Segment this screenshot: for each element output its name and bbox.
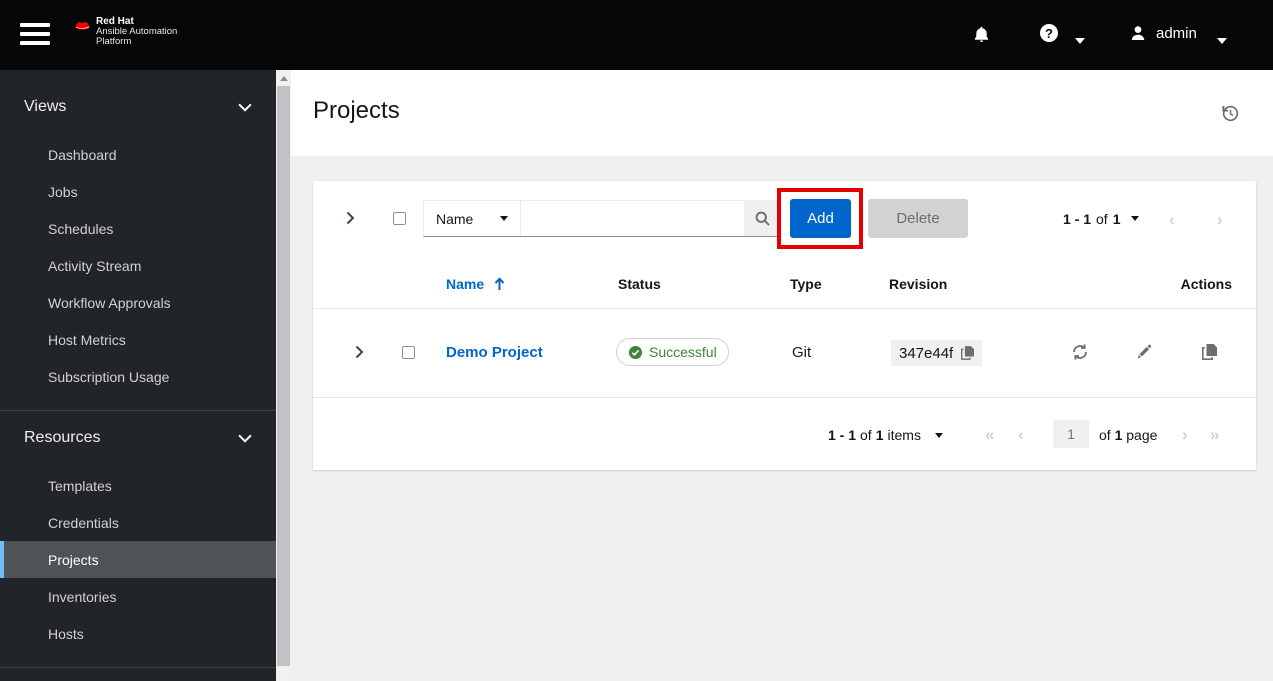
table-divider	[313, 397, 1256, 398]
sidebar-group-resources[interactable]: Resources	[0, 420, 276, 456]
sidebar-item-host-metrics[interactable]: Host Metrics	[0, 321, 276, 358]
project-name-link[interactable]: Demo Project	[446, 344, 543, 361]
scrollbar-thumb[interactable]	[277, 86, 290, 666]
row-expand-chevron-icon[interactable]	[355, 345, 364, 364]
sidebar-item-subscription-usage[interactable]: Subscription Usage	[0, 358, 276, 395]
sidebar-item-jobs[interactable]: Jobs	[0, 173, 276, 210]
toolbar-pagination: 1 - 1 of 1	[1063, 199, 1139, 238]
user-icon[interactable]	[1129, 24, 1147, 42]
next-page-icon[interactable]: ›	[1217, 211, 1223, 228]
user-dropdown-caret-icon[interactable]	[1217, 31, 1227, 49]
sidebar-item-projects[interactable]: Projects	[0, 541, 276, 578]
sync-project-icon[interactable]	[1071, 343, 1089, 361]
copy-project-icon[interactable]	[1202, 344, 1217, 360]
select-all-checkbox[interactable]	[393, 212, 406, 225]
sidebar-group-views[interactable]: Views	[0, 89, 276, 125]
sidebar-divider	[0, 667, 276, 668]
column-header-name[interactable]: Name	[446, 276, 505, 292]
edit-pencil-icon[interactable]	[1136, 344, 1152, 360]
pagination-total: 1	[1112, 210, 1121, 227]
project-type: Git	[792, 344, 812, 361]
column-header-type: Type	[790, 276, 822, 292]
search-icon	[755, 211, 770, 226]
revision-chip: 347e44f	[891, 340, 983, 366]
page-count-label: of 1 page	[1099, 427, 1158, 443]
copy-revision-icon[interactable]	[961, 346, 975, 360]
projects-list-card: Name Add Delete 1 - 1 of 1 ‹ › Name Stat…	[313, 181, 1256, 470]
revision-value: 347e44f	[899, 344, 954, 362]
footer-items-pagination: 1 - 1 of 1 items	[828, 427, 943, 443]
status-label: Successful	[649, 344, 717, 360]
notifications-bell-icon[interactable]	[973, 25, 990, 44]
row-checkbox[interactable]	[402, 346, 415, 359]
page-header: Projects	[291, 70, 1273, 156]
sidebar-item-credentials[interactable]: Credentials	[0, 504, 276, 541]
scrollbar-up-arrow[interactable]	[276, 70, 291, 86]
filter-group: Name	[423, 200, 780, 237]
filter-attribute-label: Name	[436, 210, 474, 227]
prev-page-icon[interactable]: ‹	[1169, 211, 1175, 228]
current-page-input[interactable]	[1053, 420, 1089, 448]
sidebar-item-activity-stream[interactable]: Activity Stream	[0, 247, 276, 284]
sidebar-group-views-label: Views	[24, 98, 67, 115]
page-title: Projects	[313, 97, 400, 124]
select-caret-icon	[500, 216, 508, 221]
redhat-hat-icon	[75, 22, 90, 30]
chevron-down-icon	[238, 434, 252, 443]
filter-attribute-select[interactable]: Name	[424, 201, 521, 236]
sidebar-group-resources-label: Resources	[24, 429, 101, 446]
prev-page-icon[interactable]: ‹	[1018, 426, 1024, 443]
column-header-revision: Revision	[889, 276, 948, 292]
sidebar-item-dashboard[interactable]: Dashboard	[0, 136, 276, 173]
status-badge[interactable]: Successful	[616, 338, 729, 366]
app-root: Red Hat Ansible Automation Platform ? ad…	[0, 0, 1273, 681]
brand-logo: Red Hat Ansible Automation Platform	[73, 16, 177, 47]
username-label[interactable]: admin	[1156, 25, 1197, 42]
sort-ascending-icon	[494, 277, 505, 290]
next-page-icon[interactable]: ›	[1182, 426, 1188, 443]
add-button[interactable]: Add	[790, 199, 851, 238]
check-circle-icon	[628, 345, 643, 359]
sidebar-item-templates[interactable]: Templates	[0, 467, 276, 504]
sidebar-item-hosts[interactable]: Hosts	[0, 615, 276, 652]
table-header-row: Name Status Type Revision Actions	[313, 260, 1256, 308]
pagination-caret-icon[interactable]	[1130, 216, 1139, 221]
sidebar-divider	[0, 410, 276, 411]
sidebar-nav: Views Dashboard Jobs Schedules Activity …	[0, 70, 276, 681]
chevron-down-icon	[238, 103, 252, 112]
expand-all-chevron-icon[interactable]	[346, 211, 355, 230]
sidebar-item-inventories[interactable]: Inventories	[0, 578, 276, 615]
sidebar-item-schedules[interactable]: Schedules	[0, 210, 276, 247]
first-page-icon[interactable]: «	[985, 426, 994, 443]
history-icon[interactable]	[1220, 103, 1240, 123]
items-per-page-caret-icon[interactable]	[934, 432, 943, 438]
table-divider	[313, 308, 1256, 309]
main-content: Projects Name Add Delete 1 - 1 of 1 ‹ › …	[291, 70, 1273, 681]
sidebar-item-workflow-approvals[interactable]: Workflow Approvals	[0, 284, 276, 321]
vertical-scrollbar	[276, 70, 291, 681]
column-header-status: Status	[618, 276, 661, 292]
help-icon[interactable]: ?	[1040, 24, 1058, 42]
search-input[interactable]	[521, 201, 744, 236]
brand-line3: Platform	[96, 36, 132, 47]
pagination-range: 1 - 1	[1063, 210, 1092, 227]
masthead: Red Hat Ansible Automation Platform ? ad…	[0, 0, 1273, 70]
help-dropdown-caret-icon[interactable]	[1075, 31, 1085, 49]
last-page-icon[interactable]: »	[1210, 426, 1219, 443]
search-button[interactable]	[744, 201, 779, 236]
nav-toggle-icon[interactable]	[20, 23, 50, 46]
column-header-actions: Actions	[1180, 276, 1232, 292]
delete-button[interactable]: Delete	[868, 199, 968, 238]
